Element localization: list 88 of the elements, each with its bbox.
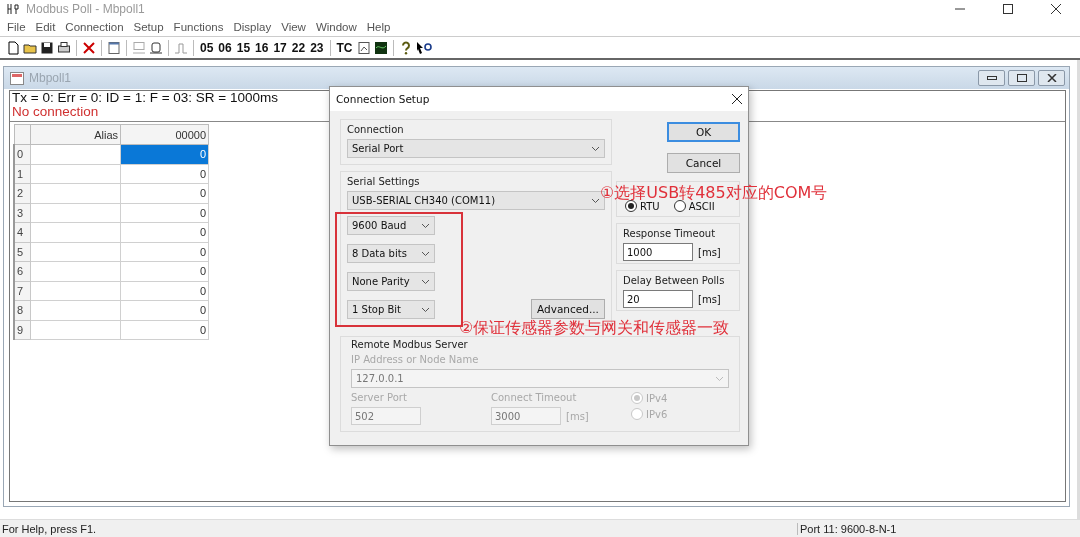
dialog-title: Connection Setup bbox=[336, 93, 430, 105]
menu-item[interactable]: Functions bbox=[168, 21, 229, 33]
row-header: 1 bbox=[14, 164, 31, 184]
caret-icon bbox=[421, 306, 430, 313]
printer-icon[interactable] bbox=[57, 40, 71, 55]
serial-option-dropdown[interactable]: None Parity bbox=[347, 272, 435, 291]
row-header: 5 bbox=[14, 242, 31, 262]
unit-label: [ms] bbox=[566, 410, 589, 422]
unit-label: [ms] bbox=[698, 293, 721, 305]
context-help-icon[interactable] bbox=[415, 40, 432, 55]
menu-item[interactable]: Help bbox=[361, 21, 396, 33]
menu-item[interactable]: File bbox=[2, 21, 31, 33]
row-header: 0 bbox=[14, 144, 31, 164]
group-label: Delay Between Polls bbox=[623, 275, 726, 286]
maximize-icon bbox=[1003, 4, 1013, 14]
group-label: Connection bbox=[347, 124, 405, 135]
function-code-button[interactable]: 22 bbox=[290, 40, 307, 55]
device-icon[interactable] bbox=[149, 40, 163, 55]
function-code-button[interactable]: 23 bbox=[309, 40, 325, 55]
traffic-button[interactable]: TC bbox=[335, 40, 354, 55]
new-document-icon[interactable] bbox=[6, 40, 20, 55]
minimize-icon bbox=[986, 76, 997, 80]
advanced-button[interactable]: Advanced... bbox=[531, 299, 605, 319]
mode-radio[interactable]: ASCII bbox=[673, 200, 715, 212]
serial-option-dropdown[interactable]: 1 Stop Bit bbox=[347, 300, 435, 319]
close-icon[interactable] bbox=[732, 94, 742, 104]
dialog-button[interactable]: OK bbox=[667, 122, 740, 142]
delete-icon[interactable] bbox=[82, 40, 96, 55]
menu-item[interactable]: View bbox=[276, 21, 311, 33]
row-header: 9 bbox=[14, 320, 31, 340]
corner-cell bbox=[14, 124, 31, 145]
poll-status-text: Tx = 0: Err = 0: ID = 1: F = 03: SR = 1000ms bbox=[12, 91, 278, 105]
function-code-button[interactable]: 17 bbox=[272, 40, 288, 55]
child-window-title: Mbpoll1 bbox=[29, 71, 72, 85]
connection-dropdown[interactable]: Serial Port bbox=[347, 139, 605, 158]
row-header: 7 bbox=[14, 281, 31, 301]
group-label: Response Timeout bbox=[623, 228, 717, 239]
function-code-button[interactable]: 16 bbox=[254, 40, 270, 55]
close-icon bbox=[1051, 4, 1061, 14]
minimize-button[interactable] bbox=[978, 70, 1005, 86]
serial-option-dropdown[interactable]: 9600 Baud bbox=[347, 216, 435, 235]
annotation-text: ②保证传感器参数与网关和传感器一致 bbox=[459, 319, 730, 336]
monitor-chart-icon[interactable] bbox=[373, 40, 388, 55]
function-code-button[interactable]: 05 bbox=[199, 40, 215, 55]
caret-icon bbox=[421, 222, 430, 229]
caret-icon bbox=[421, 250, 430, 257]
document-icon bbox=[10, 71, 24, 85]
row-header: 2 bbox=[14, 183, 31, 203]
group-label: Remote Modbus Server bbox=[351, 339, 469, 350]
column-header: 00000 bbox=[120, 124, 209, 145]
caret-icon bbox=[715, 375, 724, 382]
row-header: 6 bbox=[14, 261, 31, 281]
server-port-label: Server Port bbox=[351, 392, 408, 403]
connection-status-text: No connection bbox=[12, 105, 99, 119]
dialog-button[interactable]: Cancel bbox=[667, 153, 740, 173]
menu-item[interactable]: Connection bbox=[60, 21, 129, 33]
connect-timeout-label: Connect Timeout bbox=[491, 392, 578, 403]
restore-icon bbox=[1016, 74, 1027, 82]
close-icon bbox=[1046, 74, 1057, 82]
input-field[interactable]: 1000 bbox=[623, 243, 693, 261]
row-header: 3 bbox=[14, 203, 31, 223]
menu-item[interactable]: Edit bbox=[30, 21, 61, 33]
row-header: 4 bbox=[14, 222, 31, 242]
mode-radio[interactable]: RTU bbox=[625, 200, 660, 212]
address-label: IP Address or Node Name bbox=[351, 354, 480, 365]
help-hint-text: For Help, press F1. bbox=[2, 522, 97, 535]
menu-item[interactable]: Display bbox=[228, 21, 277, 33]
serial-option-dropdown[interactable]: 8 Data bits bbox=[347, 244, 435, 263]
restore-button[interactable] bbox=[1008, 70, 1035, 86]
close-button[interactable] bbox=[1038, 70, 1065, 86]
input-field[interactable]: 20 bbox=[623, 290, 693, 308]
caret-icon bbox=[591, 197, 600, 204]
save-icon[interactable] bbox=[40, 40, 54, 55]
column-header: Alias bbox=[30, 124, 121, 145]
port-status-text: Port 11: 9600-8-N-1 bbox=[797, 522, 1080, 535]
function-code-button[interactable]: 06 bbox=[217, 40, 233, 55]
caret-icon bbox=[421, 278, 430, 285]
caret-icon bbox=[591, 145, 600, 152]
menu-item[interactable]: Window bbox=[310, 21, 362, 33]
unit-label: [ms] bbox=[698, 246, 721, 258]
app-logo-icon bbox=[6, 3, 20, 15]
function-code-button[interactable]: 15 bbox=[235, 40, 252, 55]
document-chart-icon[interactable] bbox=[356, 40, 371, 55]
group-label: Serial Settings bbox=[347, 176, 421, 187]
row-header: 8 bbox=[14, 300, 31, 320]
menu-item[interactable]: Setup bbox=[128, 21, 169, 33]
window-icon[interactable] bbox=[107, 40, 121, 55]
window-title: Modbus Poll - Mbpoll1 bbox=[26, 2, 145, 16]
